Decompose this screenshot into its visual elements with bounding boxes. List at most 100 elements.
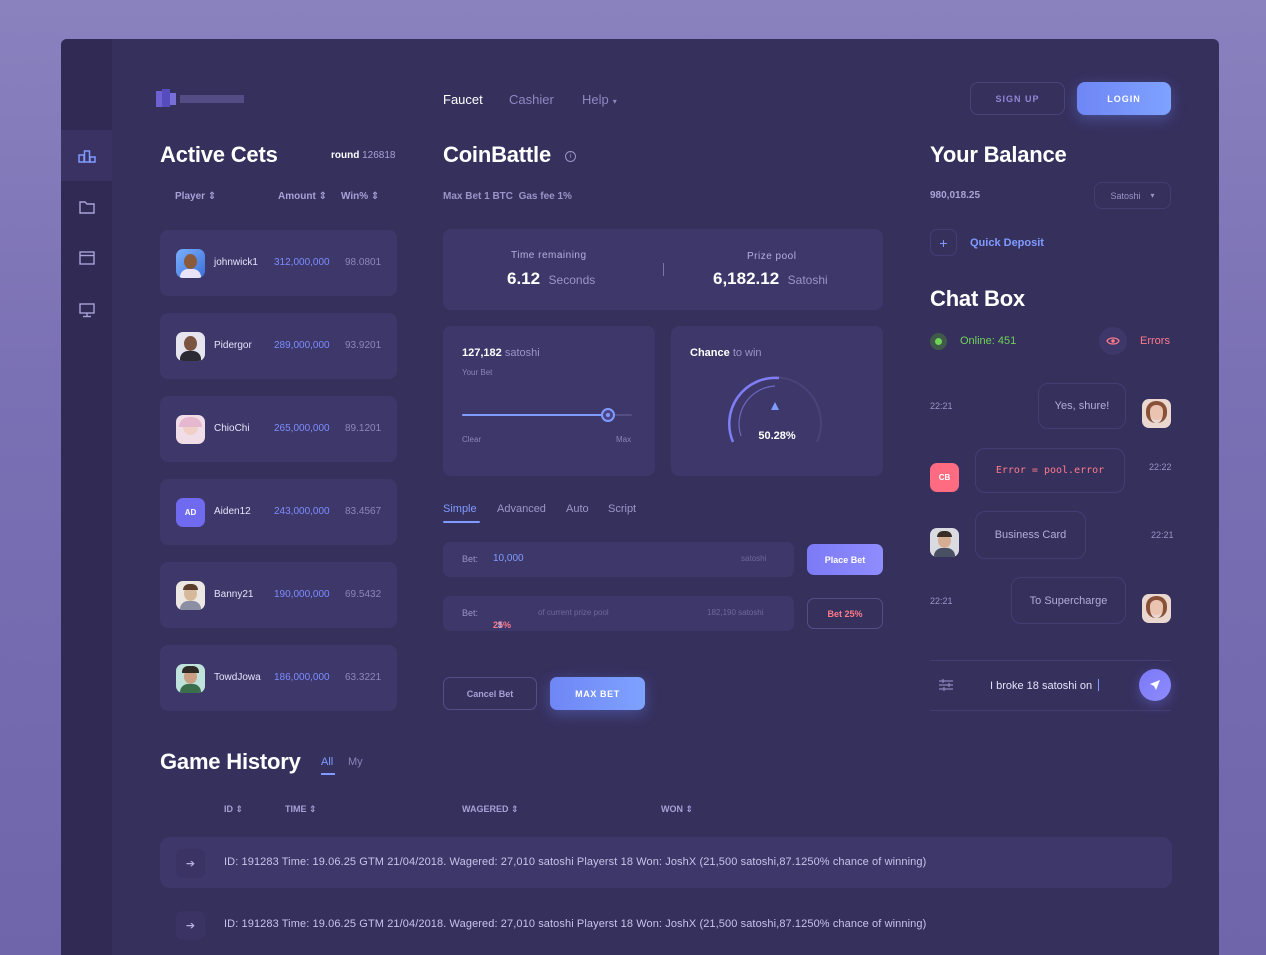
bet-amount: 190,000,000 xyxy=(274,589,330,600)
arrow-right-icon[interactable]: ➔ xyxy=(176,849,205,878)
clear-button[interactable]: Clear xyxy=(462,435,481,444)
history-row[interactable]: ➔ ID: 191283 Time: 19.06.25 GTM 21/04/20… xyxy=(160,899,1172,950)
active-bets-title: Active Cets xyxy=(160,142,278,167)
bet-row[interactable]: Banny21 190,000,000 69.5432 xyxy=(160,562,397,628)
history-row[interactable]: ➔ ID: 191283 Time: 19.06.25 GTM 21/04/20… xyxy=(160,837,1172,888)
col-won[interactable]: WON ⇕ xyxy=(661,804,693,815)
max-button[interactable]: Max xyxy=(616,435,631,444)
col-win[interactable]: Win% ⇕ xyxy=(341,191,379,202)
info-icon[interactable]: i xyxy=(565,151,576,162)
balance-value: 980,018.25 xyxy=(930,190,981,201)
currency-value: Satoshi xyxy=(1110,190,1141,201)
prize-pool-label: Prize pool xyxy=(747,251,797,262)
nav-help[interactable]: Help ▾ xyxy=(582,92,617,107)
rail-item-monitor[interactable] xyxy=(61,284,112,335)
win-pct: 83.4567 xyxy=(345,506,382,517)
side-rail xyxy=(61,39,112,955)
filter-all[interactable]: All xyxy=(321,756,333,768)
send-button[interactable] xyxy=(1139,669,1171,701)
avatar xyxy=(1142,399,1171,428)
col-time[interactable]: TIME ⇕ xyxy=(285,804,317,815)
rail-item-files[interactable] xyxy=(61,181,112,232)
arrow-right-icon[interactable]: ➔ xyxy=(176,911,205,940)
divider xyxy=(663,263,664,276)
player-name: Aiden12 xyxy=(214,506,251,517)
chance-label: Chance xyxy=(690,347,730,359)
rail-item-browser[interactable] xyxy=(61,232,112,283)
bet-pct-amount: 182,190 satoshi xyxy=(707,608,764,617)
bet-row[interactable]: TowdJowa 186,000,000 63.3221 xyxy=(160,645,397,711)
tab-simple[interactable]: Simple xyxy=(443,503,477,515)
col-time-label: TIME xyxy=(285,804,307,814)
col-id-label: ID xyxy=(224,804,233,814)
tab-auto[interactable]: Auto xyxy=(566,503,589,515)
avatar-initials: AD xyxy=(176,498,205,527)
game-history-title: Game History xyxy=(160,749,301,774)
player-name: johnwick1 xyxy=(214,257,258,268)
col-amount[interactable]: Amount ⇕ xyxy=(278,191,327,202)
place-bet-button[interactable]: Place Bet xyxy=(807,544,883,575)
col-wagered[interactable]: WAGERED ⇕ xyxy=(462,804,519,815)
col-id[interactable]: ID ⇕ xyxy=(224,804,243,815)
slider-handle[interactable] xyxy=(601,408,616,422)
round-label: round xyxy=(331,150,360,161)
col-amount-label: Amount xyxy=(278,191,316,202)
col-player[interactable]: Player ⇕ xyxy=(175,191,216,202)
chat-title: Chat Box xyxy=(930,286,1025,311)
bet-input-value[interactable]: 10,000 xyxy=(493,553,524,564)
sliders-icon[interactable] xyxy=(938,678,954,697)
tab-advanced[interactable]: Advanced xyxy=(497,503,546,515)
sort-icon: ⇕ xyxy=(496,620,504,630)
podium-icon xyxy=(77,149,96,163)
quick-deposit-link[interactable]: Quick Deposit xyxy=(970,237,1044,249)
bet-input-field[interactable]: Bet: 10,000 satoshi xyxy=(443,542,794,577)
eye-icon[interactable] xyxy=(1099,327,1127,355)
signup-button[interactable]: SIGN UP xyxy=(970,82,1065,115)
win-pct: 63.3221 xyxy=(345,672,382,683)
player-name: Pidergor xyxy=(214,340,252,351)
nav-cashier[interactable]: Cashier xyxy=(509,92,554,107)
bet-amount-display: 127,182 satoshi xyxy=(462,347,540,359)
nav-faucet[interactable]: Faucet xyxy=(443,92,483,107)
prize-value: 6,182.12 xyxy=(713,269,780,288)
prize-pool: 6,182.12 Satoshi xyxy=(713,269,828,289)
bet-percent-field[interactable]: Bet: 25% ⇕ of current prize pool 182,190… xyxy=(443,596,794,631)
text-cursor xyxy=(1098,679,1100,691)
filter-underline xyxy=(321,773,335,775)
chance-suffix: to win xyxy=(732,347,762,359)
rail-item-leaderboard[interactable] xyxy=(61,130,112,181)
bet-row[interactable]: ChioChi 265,000,000 89.1201 xyxy=(160,396,397,462)
sort-icon: ⇕ xyxy=(318,191,327,202)
rail-header xyxy=(61,39,112,90)
bet-row[interactable]: AD Aiden12 243,000,000 83.4567 xyxy=(160,479,397,545)
online-indicator-icon xyxy=(930,333,947,350)
player-name: Banny21 xyxy=(214,589,254,600)
divider xyxy=(930,710,1171,711)
logo[interactable] xyxy=(156,89,244,107)
bet-slider[interactable] xyxy=(462,408,632,422)
filter-my[interactable]: My xyxy=(348,756,363,768)
bet-row[interactable]: johnwick1 312,000,000 98.0801 xyxy=(160,230,397,296)
errors-link[interactable]: Errors xyxy=(1140,335,1170,347)
col-won-label: WON xyxy=(661,804,683,814)
coinbattle-title: CoinBattle xyxy=(443,142,552,167)
tab-script[interactable]: Script xyxy=(608,503,636,515)
sort-icon: ⇕ xyxy=(309,804,317,814)
max-bet-button[interactable]: MAX BET xyxy=(550,677,645,710)
slider-fill xyxy=(462,414,609,416)
bet-row[interactable]: Pidergor 289,000,000 93.9201 xyxy=(160,313,397,379)
history-row-text: ID: 191283 Time: 19.06.25 GTM 21/04/2018… xyxy=(224,918,927,930)
sort-icon: ⇕ xyxy=(207,191,217,202)
login-button[interactable]: LOGIN xyxy=(1077,82,1171,115)
bet-25-button[interactable]: Bet 25% xyxy=(807,598,883,629)
time-value: 6.12 xyxy=(507,269,541,288)
plus-icon[interactable]: + xyxy=(930,229,957,256)
bet-amount: 289,000,000 xyxy=(274,340,330,351)
win-pct: 98.0801 xyxy=(345,257,382,268)
bet-amount: 265,000,000 xyxy=(274,423,330,434)
cancel-bet-button[interactable]: Cancel Bet xyxy=(443,677,537,710)
chat-input[interactable]: I broke 18 satoshi on xyxy=(990,679,1100,692)
currency-select[interactable]: Satoshi ▾ xyxy=(1094,182,1171,209)
bet-input-unit: satoshi xyxy=(741,554,767,563)
win-pct: 93.9201 xyxy=(345,340,382,351)
